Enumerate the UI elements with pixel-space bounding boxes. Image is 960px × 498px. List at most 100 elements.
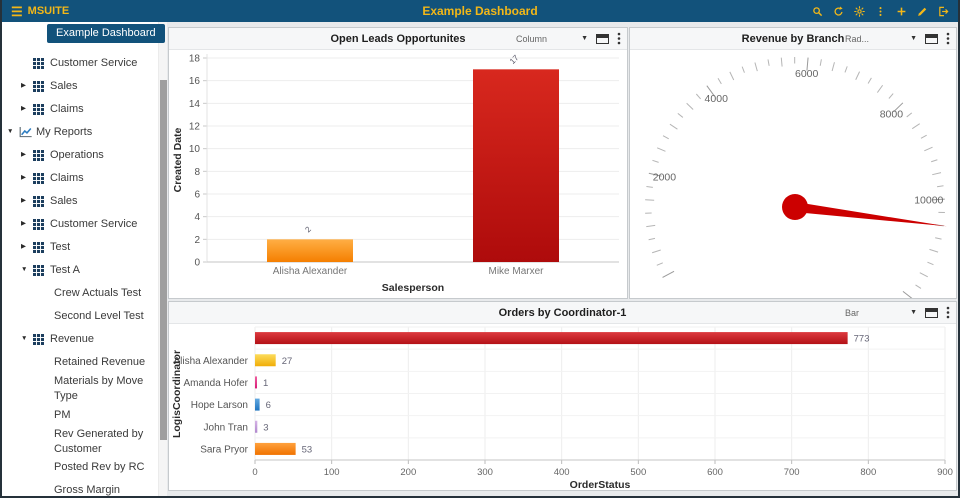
sidebar-item[interactable]: Posted Rev by RC bbox=[2, 456, 157, 479]
sidebar-item-label[interactable]: PM bbox=[54, 408, 75, 423]
sidebar-item-label[interactable]: Operations bbox=[50, 148, 108, 163]
settings-icon[interactable] bbox=[854, 6, 865, 17]
caret-down-icon[interactable]: ▼ bbox=[7, 128, 19, 137]
panel-open-leads-header: Open Leads Opportunites Column ▼ bbox=[169, 28, 627, 50]
x-tick-label: 700 bbox=[784, 467, 800, 478]
caret-right-icon[interactable]: ▶ bbox=[21, 151, 33, 160]
sidebar-scrollbar-thumb[interactable] bbox=[160, 80, 167, 440]
column-bar[interactable] bbox=[267, 239, 353, 262]
sidebar-item-label[interactable]: Retained Revenue bbox=[54, 355, 149, 370]
chart-type-value: Rad... bbox=[845, 34, 869, 44]
maximize-icon[interactable] bbox=[925, 34, 938, 44]
hbar[interactable] bbox=[255, 376, 257, 388]
search-icon[interactable] bbox=[812, 6, 823, 17]
sidebar-item[interactable]: ▶ Test bbox=[2, 236, 157, 259]
panel-open-leads-controls: Column ▼ bbox=[516, 32, 627, 45]
add-icon[interactable] bbox=[896, 6, 907, 17]
more-icon[interactable] bbox=[875, 6, 886, 17]
gauge-tick bbox=[652, 160, 658, 162]
hbar[interactable] bbox=[255, 332, 848, 344]
y-tick-label: 14 bbox=[189, 99, 201, 110]
chart-type-select[interactable]: Bar ▼ bbox=[845, 308, 917, 318]
sidebar-item[interactable]: Gross Margin bbox=[2, 479, 157, 496]
sidebar-item[interactable]: ▶ Claims bbox=[2, 167, 157, 190]
y-tick-label: 0 bbox=[194, 258, 200, 269]
sidebar-item-label[interactable]: Materials by Move Type bbox=[54, 374, 157, 404]
caret-down-icon[interactable]: ▼ bbox=[21, 335, 33, 344]
app-menu-brand[interactable]: ☰ MSUITE bbox=[11, 5, 69, 18]
sidebar-item-label[interactable]: Sales bbox=[50, 194, 82, 209]
sidebar-item-label[interactable]: Claims bbox=[50, 171, 88, 186]
gauge-tick bbox=[742, 67, 744, 73]
sidebar-item-label[interactable]: Rev Generated by Customer bbox=[54, 427, 157, 457]
caret-right-icon[interactable]: ▶ bbox=[21, 197, 33, 206]
hbar-chart-body: 010020030040050060070080090077327Alisha … bbox=[169, 324, 956, 490]
sidebar-item-label[interactable]: Posted Rev by RC bbox=[54, 460, 148, 475]
hamburger-menu-icon[interactable]: ☰ bbox=[11, 5, 23, 18]
gauge-tick bbox=[730, 72, 734, 80]
gauge-tick bbox=[868, 78, 871, 84]
sidebar-item-label[interactable]: Test bbox=[50, 240, 74, 255]
sidebar-item-label[interactable]: Gross Margin bbox=[54, 483, 124, 496]
logout-icon[interactable] bbox=[938, 6, 949, 17]
column-bar[interactable] bbox=[473, 69, 559, 262]
caret-down-icon[interactable]: ▼ bbox=[21, 266, 33, 275]
sidebar-item-label[interactable]: My Reports bbox=[36, 125, 96, 140]
hbar[interactable] bbox=[255, 354, 276, 366]
sidebar-item[interactable]: ▼ Revenue bbox=[2, 328, 157, 351]
sidebar-item[interactable]: ▶ Customer Service bbox=[2, 213, 157, 236]
caret-right-icon[interactable]: ▶ bbox=[21, 243, 33, 252]
chart-type-select[interactable]: Column ▼ bbox=[516, 34, 588, 44]
sidebar-item[interactable]: ▶ Sales bbox=[2, 75, 157, 98]
sidebar-item[interactable]: ▼ Test A bbox=[2, 259, 157, 282]
caret-right-icon[interactable]: ▶ bbox=[21, 220, 33, 229]
sidebar-item-label[interactable]: Customer Service bbox=[50, 217, 141, 232]
sidebar-item[interactable]: Crew Actuals Test bbox=[2, 282, 157, 305]
y-category-label: Sara Pryor bbox=[200, 444, 248, 455]
sidebar-item[interactable]: ▶ Claims bbox=[2, 98, 157, 121]
sidebar-item[interactable]: PM bbox=[2, 404, 157, 427]
refresh-icon[interactable] bbox=[833, 6, 844, 17]
kebab-menu-icon[interactable] bbox=[946, 32, 950, 45]
sidebar-item[interactable]: ▼ My Reports bbox=[2, 121, 157, 144]
sidebar-item-label[interactable]: Crew Actuals Test bbox=[54, 286, 145, 301]
sidebar-item[interactable]: Rev Generated by Customer bbox=[2, 427, 157, 457]
sidebar-item[interactable]: Retained Revenue bbox=[2, 351, 157, 374]
x-tick-label: 800 bbox=[860, 467, 876, 478]
sidebar-item-label[interactable]: Sales bbox=[50, 79, 82, 94]
sidebar-item-label[interactable]: Customer Service bbox=[50, 56, 141, 71]
column-chart: 0246810121416182Alisha Alexander17Mike M… bbox=[169, 50, 627, 298]
kebab-menu-icon[interactable] bbox=[946, 306, 950, 319]
gauge-tick bbox=[927, 262, 933, 265]
gauge-tick bbox=[649, 238, 655, 239]
sidebar-item[interactable]: ▶ Sales bbox=[2, 190, 157, 213]
hbar[interactable] bbox=[255, 399, 260, 411]
hbar[interactable] bbox=[255, 421, 257, 433]
y-category-label: Alisha Alexander bbox=[174, 356, 249, 367]
maximize-icon[interactable] bbox=[596, 34, 609, 44]
sidebar-item[interactable]: Materials by Move Type bbox=[2, 374, 157, 404]
kebab-menu-icon[interactable] bbox=[617, 32, 621, 45]
sidebar-item-label[interactable]: Claims bbox=[50, 102, 88, 117]
sidebar-item-label[interactable]: Second Level Test bbox=[54, 309, 148, 324]
maximize-icon[interactable] bbox=[925, 308, 938, 318]
sidebar-item[interactable]: ▶ Operations bbox=[2, 144, 157, 167]
grid-icon bbox=[33, 219, 50, 230]
chart-type-select[interactable]: Rad... ▼ bbox=[845, 34, 917, 44]
panel-revenue-by-branch: Revenue by Branch Rad... ▼ 2000400060008… bbox=[629, 27, 957, 299]
sidebar-item-label[interactable]: Test A bbox=[50, 263, 84, 278]
sidebar-item[interactable]: Customer Service bbox=[2, 52, 157, 75]
sidebar-item[interactable]: Second Level Test bbox=[2, 305, 157, 328]
sidebar-tree: Customer Service ▶ Sales ▶ Claims ▼ My Reports… bbox=[2, 52, 157, 496]
edit-icon[interactable] bbox=[917, 6, 928, 17]
selected-dashboard-tab[interactable]: Example Dashboard bbox=[47, 24, 165, 43]
sidebar-scrollbar[interactable] bbox=[158, 22, 167, 496]
x-axis-title: Salesperson bbox=[382, 282, 444, 294]
hbar[interactable] bbox=[255, 443, 296, 455]
sidebar-item-label[interactable]: Revenue bbox=[50, 332, 98, 347]
caret-right-icon[interactable]: ▶ bbox=[21, 105, 33, 114]
gauge-tick bbox=[678, 113, 683, 117]
caret-right-icon[interactable]: ▶ bbox=[21, 82, 33, 91]
caret-right-icon[interactable]: ▶ bbox=[21, 174, 33, 183]
gauge-tick bbox=[646, 225, 655, 226]
